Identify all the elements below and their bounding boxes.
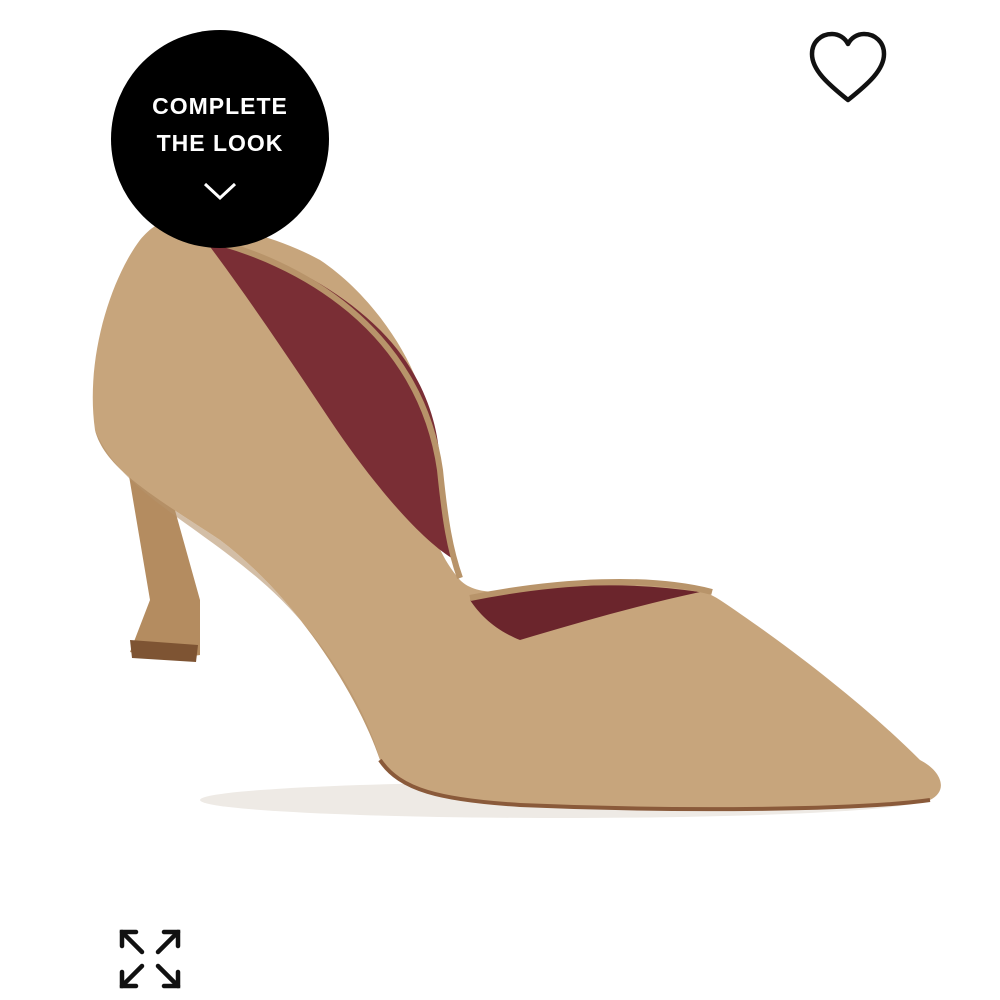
complete-the-look-button[interactable]: COMPLETE THE LOOK [111,30,329,248]
chevron-down-icon [203,182,237,201]
product-gallery: COMPLETE THE LOOK [0,0,1000,1000]
complete-the-look-line1: COMPLETE [152,93,288,119]
heart-outline-icon[interactable] [808,30,888,106]
complete-the-look-line2: THE LOOK [156,130,284,156]
expand-arrows-icon[interactable] [116,926,184,992]
